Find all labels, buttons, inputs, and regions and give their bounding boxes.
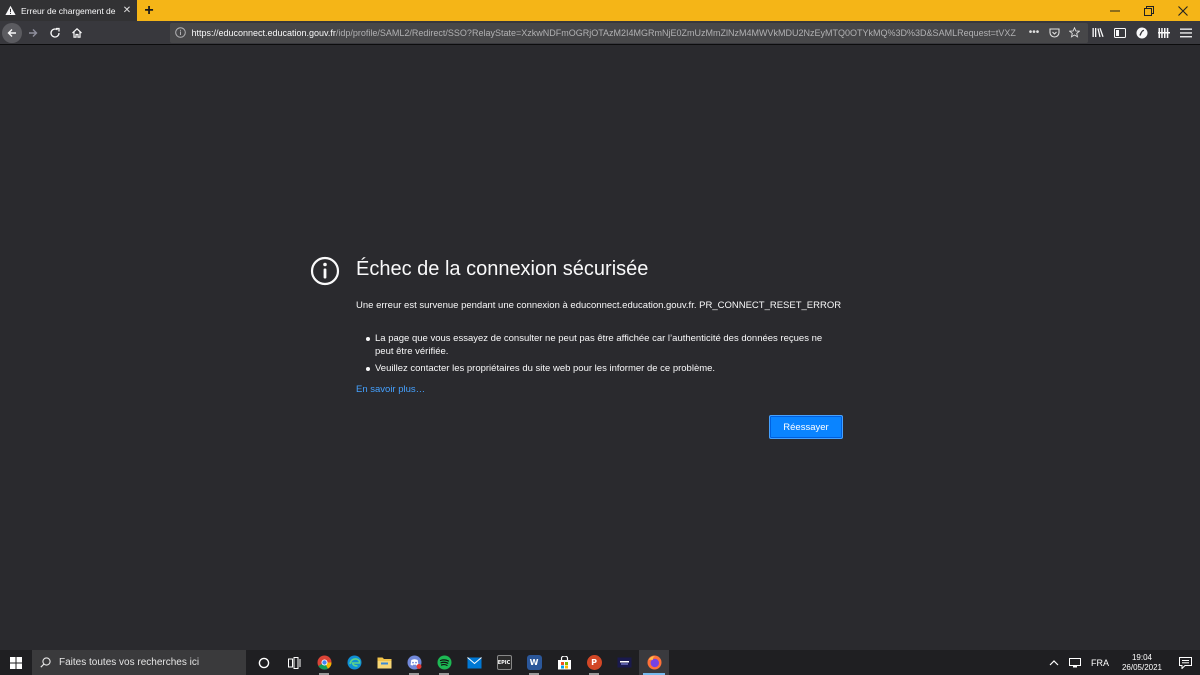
windows-icon [10,656,22,669]
epic-games-icon: EPIC [496,655,512,670]
info-icon [310,256,340,286]
bullet-text: Veuillez contacter les propriétaires du … [375,363,716,374]
error-title: Échec de la connexion sécurisée [356,258,649,280]
task-view-icon [287,656,300,669]
taskbar-app-spotify[interactable] [429,650,459,675]
menu-icon[interactable] [1176,23,1196,43]
toolbar-right [1088,23,1200,43]
chrome-icon [317,655,332,670]
taskbar-app-edge[interactable] [339,650,369,675]
warning-icon [5,5,16,16]
list-item: Veuillez contacter les propriétaires du … [356,362,836,375]
taskbar-app-epic-games[interactable]: EPIC [489,650,519,675]
cortana-icon [258,657,270,668]
network-icon[interactable] [1064,650,1086,675]
taskbar: Faites toutes vos recherches ici EPIC W … [0,650,1200,675]
task-view-button[interactable] [279,650,309,675]
new-tab-button[interactable]: + [137,0,161,21]
site-info-icon[interactable] [174,27,186,39]
account-icon[interactable] [1132,23,1152,43]
bookmark-star-icon[interactable] [1064,25,1084,41]
word-icon: W [526,655,542,670]
forward-button[interactable] [24,23,44,43]
reload-button[interactable] [45,23,65,43]
search-icon [40,657,51,668]
system-tray: FRA 19:04 26/05/2021 [1044,650,1200,675]
search-placeholder: Faites toutes vos recherches ici [59,657,200,668]
taskbar-app-discord[interactable] [399,650,429,675]
tab-close-icon[interactable]: ✕ [122,5,132,16]
spotify-icon [437,655,451,670]
taskbar-app-chrome[interactable] [309,650,339,675]
pocket-icon[interactable] [1044,25,1064,41]
clock-date: 26/05/2021 [1121,662,1162,672]
app-icon [617,657,631,668]
minimize-icon[interactable] [1098,0,1132,21]
url-path: /idp/profile/SAML2/Redirect/SSO?RelaySta… [335,27,1016,38]
bullet-icon [366,337,370,341]
mail-icon [466,656,482,668]
discord-icon [407,655,421,670]
page-content: Échec de la connexion sécurisée Une erre… [0,46,1200,650]
powerpoint-icon: P [586,655,602,670]
taskbar-app-mail[interactable] [459,650,489,675]
back-button[interactable] [2,22,22,43]
error-description: Une erreur est survenue pendant une conn… [356,300,842,311]
page-actions-icon[interactable]: ••• [1024,25,1044,41]
taskbar-app-store[interactable] [549,650,579,675]
taskbar-app-file-explorer[interactable] [369,650,399,675]
taskbar-app-powerpoint[interactable]: P [579,650,609,675]
tab-title: Erreur de chargement de la page [21,5,117,16]
sidebar-icon[interactable] [1110,23,1130,43]
taskbar-search[interactable]: Faites toutes vos recherches ici [32,650,246,675]
taskbar-app-firefox[interactable] [639,650,669,675]
store-icon [557,655,571,669]
tab-error-page[interactable]: Erreur de chargement de la page ✕ [0,0,137,21]
url-bar[interactable]: https://educonnect.education.gouv.fr/idp… [170,22,1089,43]
forward-arrow-icon [29,28,38,37]
tab-strip: Erreur de chargement de la page ✕ + [0,0,1200,21]
home-button[interactable] [67,23,87,43]
clock-time: 19:04 [1131,652,1152,662]
taskbar-app-word[interactable]: W [519,650,549,675]
error-details-list: La page que vous essayez de consulter ne… [356,332,836,379]
close-window-icon[interactable] [1166,0,1200,21]
retry-button[interactable]: Réessayer [769,415,843,439]
reload-icon [50,27,60,38]
notification-center-button[interactable] [1170,650,1200,675]
language-indicator[interactable]: FRA [1086,650,1114,675]
edge-icon [347,655,361,670]
back-arrow-icon [7,28,16,37]
url-text[interactable]: https://educonnect.education.gouv.fr/idp… [191,28,1024,38]
bullet-icon [366,367,370,371]
file-explorer-icon [377,657,391,669]
learn-more-link[interactable]: En savoir plus… [356,384,425,395]
extension-icon[interactable] [1154,23,1174,43]
restore-icon[interactable] [1132,0,1166,21]
list-item: La page que vous essayez de consulter ne… [356,332,836,358]
taskbar-app-other[interactable] [609,650,639,675]
navigation-bar: https://educonnect.education.gouv.fr/idp… [0,21,1200,45]
url-host: https://educonnect.education.gouv.fr [191,27,336,38]
home-icon [71,27,82,38]
start-button[interactable] [0,650,32,675]
bullet-text: La page que vous essayez de consulter ne… [375,333,823,357]
window-controls [1098,0,1200,21]
firefox-icon [647,655,661,670]
notification-icon [1178,656,1192,669]
library-icon[interactable] [1088,23,1108,43]
tray-chevron-up-icon[interactable] [1044,650,1064,675]
clock[interactable]: 19:04 26/05/2021 [1114,653,1170,673]
cortana-button[interactable] [249,650,279,675]
